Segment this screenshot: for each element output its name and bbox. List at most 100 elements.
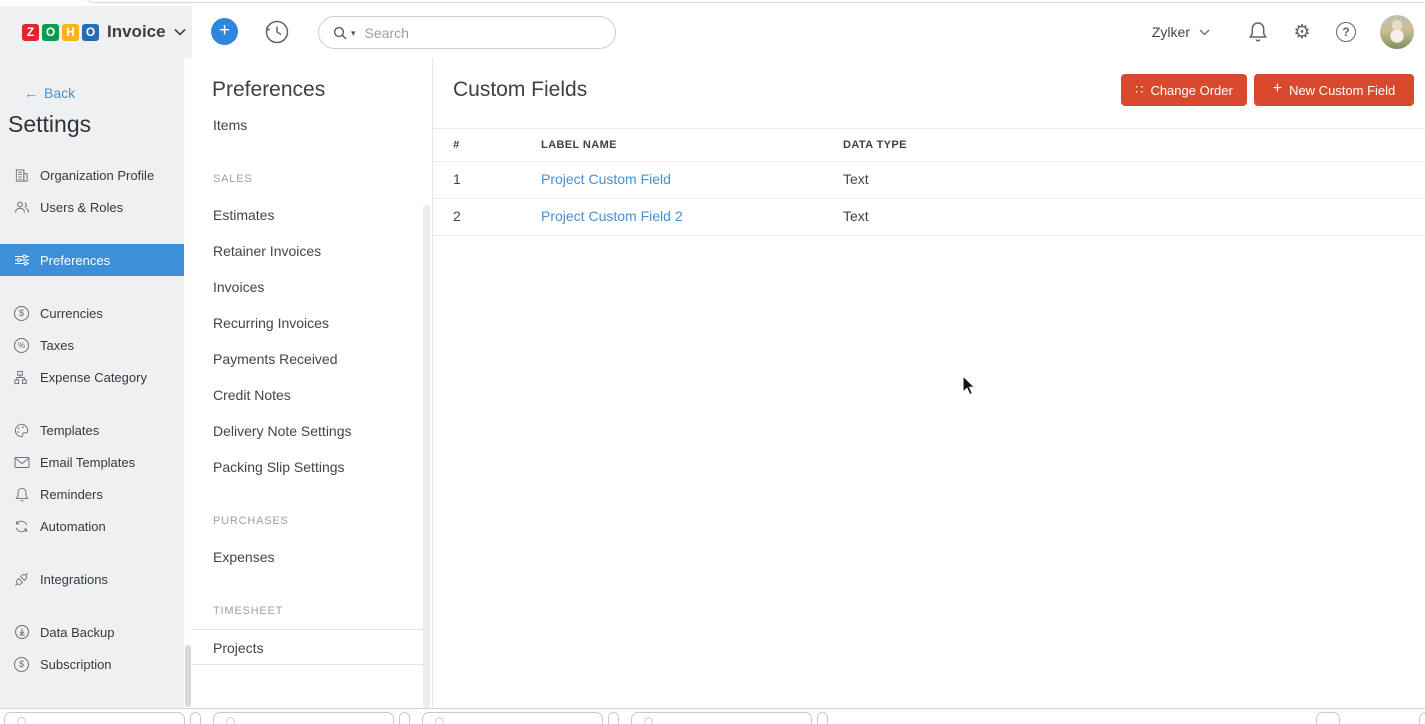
bottom-cutoff-card [1316, 712, 1340, 724]
search-input[interactable] [365, 25, 585, 41]
plus-icon: + [1273, 80, 1282, 98]
change-order-button[interactable]: ∷ Change Order [1121, 74, 1247, 106]
sidebar-item-label: Data Backup [40, 625, 114, 640]
row-label-link[interactable]: Project Custom Field 2 [541, 208, 683, 224]
sidebar-item-data-backup[interactable]: Data Backup [0, 616, 184, 648]
quick-create-button[interactable]: + [211, 18, 238, 45]
new-custom-field-button[interactable]: + New Custom Field [1254, 74, 1414, 106]
avatar[interactable] [1380, 15, 1414, 49]
column-header-data-type: DATA TYPE [843, 139, 907, 151]
logo-tile-o1: O [42, 24, 59, 41]
sidebar-item-label: Users & Roles [40, 200, 123, 215]
chevron-down-icon [1199, 29, 1210, 36]
table-border [433, 198, 1425, 199]
envelope-icon [13, 454, 30, 471]
row-num: 1 [453, 171, 461, 187]
recent-history-button[interactable] [262, 17, 291, 46]
notifications-button[interactable] [1246, 20, 1270, 44]
column-header-num: # [453, 139, 460, 151]
pref-item-credit-notes[interactable]: Credit Notes [192, 377, 424, 413]
sidebar-item-currencies[interactable]: $ Currencies [0, 297, 184, 329]
settings-nav: Organization Profile Users & Roles Prefe… [0, 159, 184, 680]
sidebar-item-users-roles[interactable]: Users & Roles [0, 191, 184, 223]
help-icon: ? [1336, 22, 1356, 42]
sidebar-item-preferences[interactable]: Preferences [0, 244, 184, 276]
help-button[interactable]: ? [1334, 20, 1358, 44]
logo-tile-o2: O [82, 24, 99, 41]
sidebar-item-label: Subscription [40, 657, 112, 672]
sync-icon [13, 518, 30, 535]
history-icon [262, 17, 291, 46]
pref-item-expenses[interactable]: Expenses [192, 539, 424, 575]
back-arrow-icon: ← [24, 85, 38, 101]
sidebar-item-taxes[interactable]: % Taxes [0, 329, 184, 361]
row-label-link[interactable]: Project Custom Field [541, 171, 671, 187]
sidebar-item-label: Currencies [40, 306, 103, 321]
hierarchy-icon [13, 369, 30, 386]
drag-dots-icon: ∷ [1135, 82, 1143, 98]
gear-icon: ⚙ [1293, 23, 1310, 42]
chevron-down-icon[interactable] [174, 28, 186, 36]
sidebar-item-label: Templates [40, 423, 99, 438]
search-icon [333, 26, 347, 40]
sliders-icon [13, 252, 30, 269]
bottom-cutoff-card [422, 712, 603, 724]
building-icon [13, 167, 30, 184]
pref-item-delivery-note-settings[interactable]: Delivery Note Settings [192, 413, 424, 449]
row-data-type: Text [843, 208, 869, 224]
pref-item-estimates[interactable]: Estimates [192, 197, 424, 233]
bottom-cutoff-card [608, 712, 619, 724]
row-num: 2 [453, 208, 461, 224]
sidebar-item-expense-category[interactable]: Expense Category [0, 361, 184, 393]
pref-section-timesheet: TIMESHEET [192, 593, 424, 629]
preferences-panel: Preferences Items SALES Estimates Retain… [192, 58, 433, 708]
sidebar-item-label: Organization Profile [40, 168, 154, 183]
preferences-scrollbar[interactable] [423, 205, 430, 708]
sidebar-item-subscription[interactable]: $ Subscription [0, 648, 184, 680]
sidebar-item-label: Reminders [40, 487, 103, 502]
dollar-circle-icon: $ [13, 305, 30, 322]
sidebar-item-email-templates[interactable]: Email Templates [0, 446, 184, 478]
org-picker[interactable]: Zylker [1152, 24, 1210, 40]
pref-item-projects[interactable]: Projects [192, 629, 424, 665]
sidebar-item-integrations[interactable]: Integrations [0, 563, 184, 595]
pref-item-recurring-invoices[interactable]: Recurring Invoices [192, 305, 424, 341]
bottom-cutoff-card [1419, 712, 1425, 724]
back-link[interactable]: ←Back [24, 85, 75, 101]
pref-item-payments-received[interactable]: Payments Received [192, 341, 424, 377]
logo-tile-h: H [62, 24, 79, 41]
pref-item-packing-slip-settings[interactable]: Packing Slip Settings [192, 449, 424, 485]
settings-page-title: Settings [8, 111, 91, 138]
pref-item-items[interactable]: Items [192, 112, 424, 143]
top-bar: + ▾ Zylker ⚙ ? [192, 6, 1425, 58]
org-name: Zylker [1152, 24, 1190, 40]
search-scope-caret-icon[interactable]: ▾ [351, 28, 356, 39]
sidebar-item-templates[interactable]: Templates [0, 414, 184, 446]
global-search[interactable]: ▾ [318, 16, 616, 49]
sidebar-scrollbar[interactable] [184, 58, 192, 708]
preferences-list: Items SALES Estimates Retainer Invoices … [192, 112, 424, 708]
zoho-invoice-logo[interactable]: Z O H O Invoice [0, 6, 192, 42]
sidebar-item-organization-profile[interactable]: Organization Profile [0, 159, 184, 191]
bottom-divider [0, 708, 1425, 709]
sidebar-item-automation[interactable]: Automation [0, 510, 184, 542]
settings-button[interactable]: ⚙ [1290, 20, 1314, 44]
pref-item-invoices[interactable]: Invoices [192, 269, 424, 305]
row-data-type: Text [843, 171, 869, 187]
pref-section-sales: SALES [192, 161, 424, 197]
custom-fields-main: Custom Fields ∷ Change Order + New Custo… [433, 58, 1425, 708]
sidebar-item-label: Email Templates [40, 455, 135, 470]
sidebar-item-label: Integrations [40, 572, 108, 587]
table-border [433, 128, 1425, 129]
logo-product-name: Invoice [107, 22, 166, 42]
bottom-cutoff-card [631, 712, 812, 724]
pref-item-retainer-invoices[interactable]: Retainer Invoices [192, 233, 424, 269]
sidebar-item-reminders[interactable]: Reminders [0, 478, 184, 510]
bottom-cutoff-card [213, 712, 394, 724]
sidebar-item-label: Preferences [40, 253, 110, 268]
sidebar-item-label: Automation [40, 519, 106, 534]
sidebar-item-label: Expense Category [40, 370, 147, 385]
percent-circle-icon: % [13, 337, 30, 354]
bell-icon [13, 486, 30, 503]
sidebar-scrollbar-thumb[interactable] [185, 645, 191, 707]
